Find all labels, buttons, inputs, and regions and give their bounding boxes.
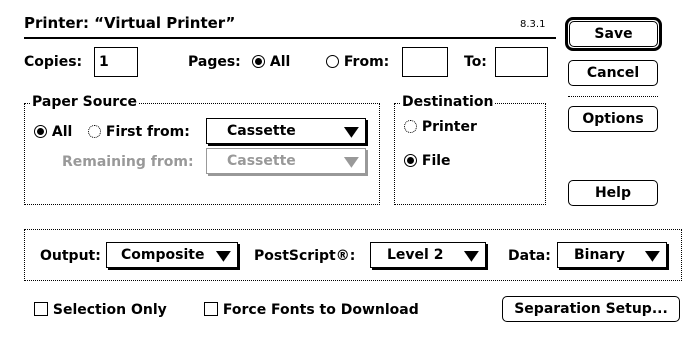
output-label: Output: — [40, 248, 101, 264]
force-fonts-option[interactable]: Force Fonts to Download — [204, 301, 419, 319]
paper-first-from-label: First from: — [105, 124, 190, 140]
remaining-from-value: Cassette — [227, 153, 296, 169]
pages-to-label: To: — [464, 54, 487, 70]
dialog-title: Printer: “Virtual Printer” — [24, 14, 236, 32]
pages-all-label: All — [269, 54, 291, 70]
destination-printer-label: Printer — [421, 119, 477, 135]
selection-only-option[interactable]: Selection Only — [34, 301, 167, 319]
paper-all-option[interactable]: All — [34, 123, 72, 141]
output-value: Composite — [121, 247, 205, 263]
pages-from-radio[interactable] — [326, 55, 339, 68]
destination-printer-option[interactable]: Printer — [404, 118, 477, 136]
remaining-from-label: Remaining from: — [62, 154, 194, 170]
selection-only-checkbox[interactable] — [34, 302, 48, 316]
pages-from-label: From: — [343, 54, 390, 70]
output-popup[interactable]: Composite ▼ — [106, 242, 238, 268]
separation-setup-button[interactable]: Separation Setup... — [502, 296, 680, 322]
print-dialog: Printer: “Virtual Printer” 8.3.1 Copies:… — [0, 0, 694, 360]
version-label: 8.3.1 — [520, 19, 546, 30]
destination-file-radio[interactable] — [404, 154, 417, 167]
force-fonts-label: Force Fonts to Download — [222, 302, 419, 318]
paper-all-label: All — [51, 124, 73, 140]
copies-field[interactable]: 1 — [94, 47, 138, 77]
pages-to-field[interactable] — [495, 47, 548, 77]
postscript-value: Level 2 — [387, 247, 444, 263]
chevron-down-icon: ▼ — [464, 248, 480, 264]
destination-printer-radio[interactable] — [404, 120, 417, 133]
pages-from-option[interactable]: From: — [326, 53, 389, 71]
selection-only-label: Selection Only — [52, 302, 167, 318]
destination-file-option[interactable]: File — [404, 152, 451, 170]
paper-all-radio[interactable] — [34, 125, 47, 138]
copies-label: Copies: — [24, 54, 83, 70]
button-separator — [568, 96, 658, 97]
paper-first-from-option[interactable]: First from: — [88, 123, 190, 141]
chevron-down-icon: ▼ — [216, 248, 232, 264]
cancel-button[interactable]: Cancel — [568, 60, 658, 86]
chevron-down-icon: ▼ — [344, 154, 360, 170]
destination-title: Destination — [400, 94, 496, 110]
remaining-from-popup[interactable]: Cassette ▼ — [206, 148, 366, 174]
first-from-value: Cassette — [227, 123, 296, 139]
first-from-popup[interactable]: Cassette ▼ — [206, 118, 366, 144]
help-button[interactable]: Help — [568, 180, 658, 206]
options-button[interactable]: Options — [568, 106, 658, 132]
postscript-popup[interactable]: Level 2 ▼ — [370, 242, 486, 268]
destination-file-label: File — [421, 153, 451, 169]
chevron-down-icon: ▼ — [645, 248, 661, 264]
paper-first-from-radio[interactable] — [88, 125, 101, 138]
force-fonts-checkbox[interactable] — [204, 302, 218, 316]
data-popup[interactable]: Binary ▼ — [557, 242, 667, 268]
postscript-label: PostScript®: — [254, 248, 356, 264]
paper-source-title: Paper Source — [30, 94, 139, 110]
pages-all-option[interactable]: All — [252, 53, 290, 71]
data-value: Binary — [574, 247, 625, 263]
data-label: Data: — [508, 248, 551, 264]
title-divider — [24, 37, 556, 39]
chevron-down-icon: ▼ — [344, 124, 360, 140]
pages-all-radio[interactable] — [252, 55, 265, 68]
pages-from-field[interactable] — [402, 47, 448, 77]
save-button[interactable]: Save — [569, 21, 658, 47]
pages-label: Pages: — [188, 54, 241, 70]
